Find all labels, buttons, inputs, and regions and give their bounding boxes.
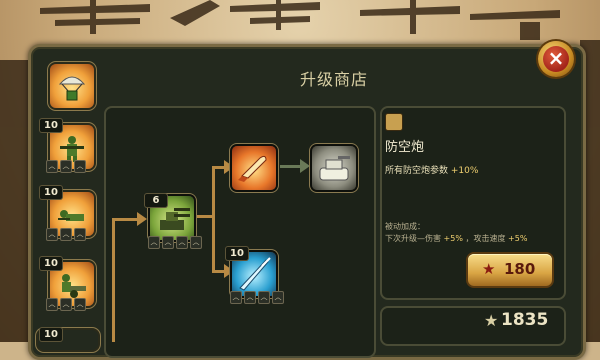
rank-chevron-icon: ︿ <box>244 291 256 304</box>
turret-locked-icon <box>319 156 350 181</box>
rank-chevron-icon: ︿ <box>162 236 174 249</box>
buy-upgrade-button[interactable]: ★ 180 <box>468 254 552 286</box>
rank-chevron-icon: ︿ <box>190 236 202 249</box>
upgrade-node-shell[interactable] <box>232 146 276 190</box>
passive-details: 下次升级—伤害 +5% ，攻击速度 +5% <box>385 233 527 244</box>
upgrade-description: 所有防空炮参数 +10% <box>385 163 478 176</box>
unit-level-badge: 10 <box>40 257 62 270</box>
rank-chevron-icon: ︿ <box>74 298 86 311</box>
tree-connector <box>112 218 115 342</box>
close-icon: × <box>543 46 569 72</box>
unit-paratrooper[interactable] <box>50 64 94 108</box>
upgrade-name: 防空炮 <box>385 140 425 155</box>
rank-chevron-icon: ︿ <box>60 298 72 311</box>
page-title: 升级商店 <box>300 70 369 89</box>
node-level-badge: 6 <box>145 194 167 207</box>
rank-chevron-icon: ︿ <box>176 236 188 249</box>
rank-chevron-icon: ︿ <box>148 236 160 249</box>
rank-chevron-icon: ︿ <box>258 291 270 304</box>
unit-level-badge: 10 <box>40 186 62 199</box>
unit-rank-row: ︿ ︿ ︿ <box>46 160 86 173</box>
upgrade-tree <box>104 106 376 358</box>
price-value: 180 <box>504 260 536 278</box>
arrow-right-icon <box>300 159 310 173</box>
upgrade-node-locked-turret[interactable] <box>312 146 356 190</box>
unit-level-badge: 10 <box>40 328 62 341</box>
rank-chevron-icon: ︿ <box>74 160 86 173</box>
rank-chevron-icon: ︿ <box>60 228 72 241</box>
rank-chevron-icon: ︿ <box>46 228 58 241</box>
description-bonus: +10% <box>450 166 479 176</box>
rank-chevron-icon: ︿ <box>74 228 86 241</box>
description-text: 所有防空炮参数 <box>385 166 449 176</box>
rank-chevron-icon: ︿ <box>46 160 58 173</box>
shell-icon <box>238 155 267 182</box>
tree-connector <box>212 166 215 272</box>
prone-soldier-icon <box>58 210 84 221</box>
rank-chevron-icon: ︿ <box>46 298 58 311</box>
unit-level-badge: 10 <box>40 119 62 132</box>
node-rank-row: ︿ ︿ ︿ ︿ <box>148 236 202 249</box>
unit-rank-row: ︿ ︿ ︿ <box>46 228 86 241</box>
passive-bonus-a: +5% <box>443 234 463 243</box>
passive-text-b: ，攻击速度 <box>465 234 506 243</box>
passive-label: 被动加成： <box>385 222 425 231</box>
star-balance: 1835 <box>501 310 549 330</box>
close-button[interactable]: × <box>538 41 574 77</box>
passive-text-a: 下次升级—伤害 <box>385 234 441 243</box>
field-gun-crew-icon <box>62 274 86 298</box>
parachute-supply-icon <box>58 76 86 101</box>
node-level-badge: 10 <box>226 247 248 260</box>
unit-rank-row: ︿ ︿ ︿ <box>46 298 86 311</box>
rank-chevron-icon: ︿ <box>272 291 284 304</box>
rank-chevron-icon: ︿ <box>60 160 72 173</box>
anti-air-category-icon <box>386 114 402 130</box>
rifleman-icon <box>60 136 84 162</box>
arrow-right-icon <box>137 212 147 226</box>
passive-bonus-b: +5% <box>508 234 528 243</box>
node-rank-row: ︿ ︿ ︿ ︿ <box>230 291 284 304</box>
star-icon: ★ <box>484 311 499 330</box>
star-icon: ★ <box>482 260 496 278</box>
rank-chevron-icon: ︿ <box>230 291 242 304</box>
